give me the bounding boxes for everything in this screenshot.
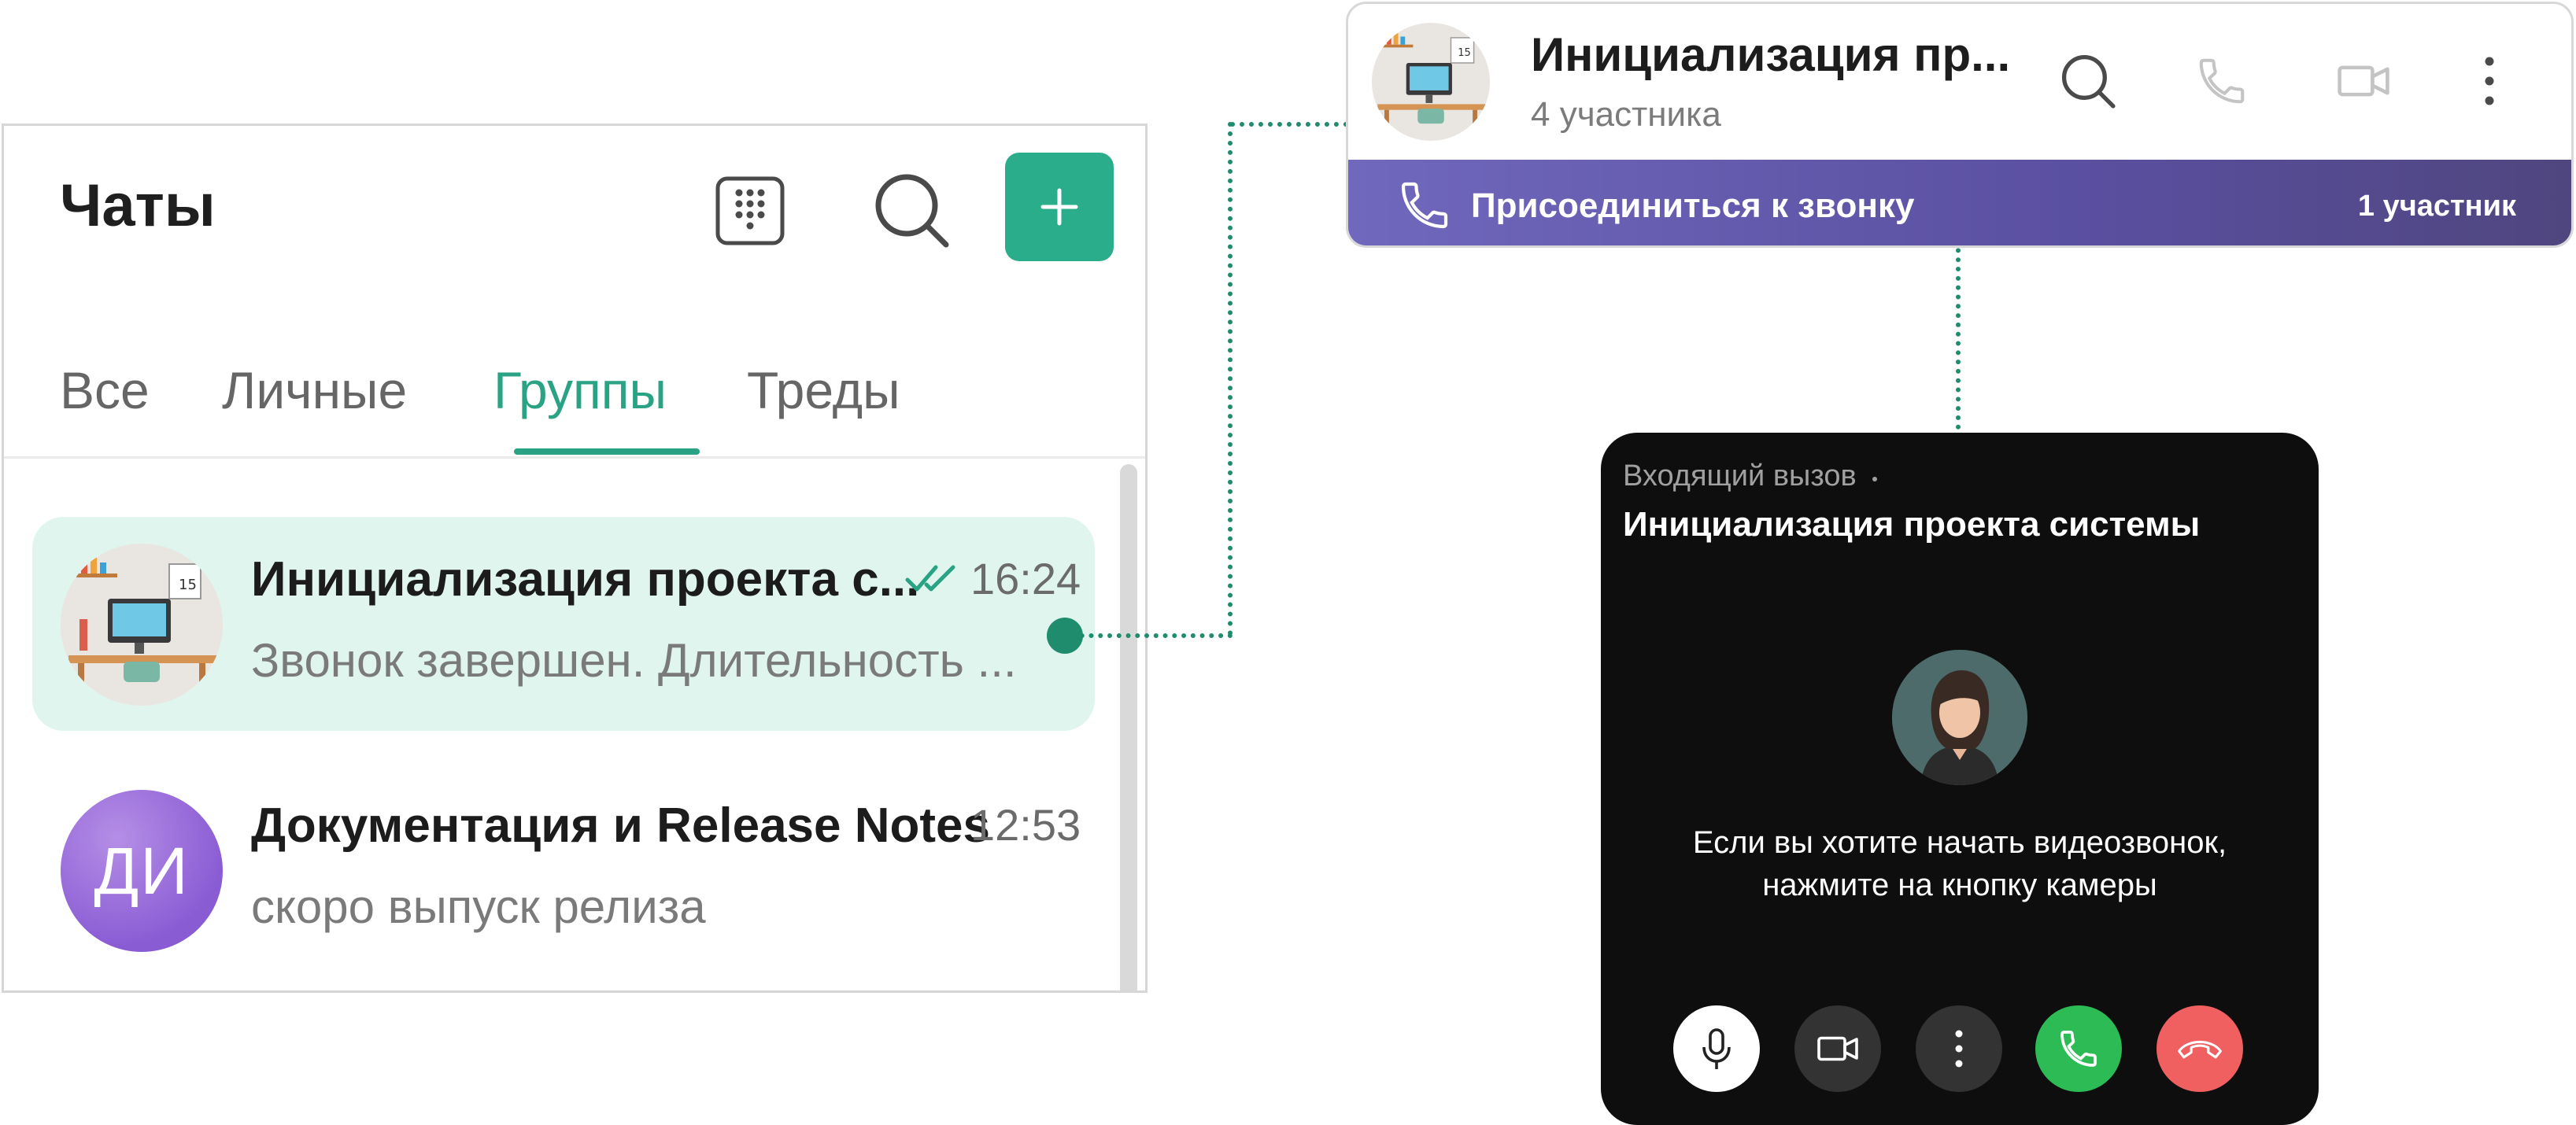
caller-avatar xyxy=(1892,650,2027,785)
active-tab-indicator xyxy=(514,448,700,455)
chat-avatar: 15 xyxy=(61,544,223,706)
more-vertical-icon xyxy=(1955,1030,1963,1068)
avatar-initials: ДИ xyxy=(94,833,190,908)
workspace-illustration-icon: 15 xyxy=(61,544,223,706)
user-avatar-icon xyxy=(1892,650,2027,785)
accept-call-button[interactable] xyxy=(2035,1005,2122,1092)
chat-list-item[interactable]: ДИ Документация и Release Notes 12:53 ск… xyxy=(32,763,1095,977)
divider xyxy=(4,456,1145,459)
chats-panel: Чаты Все Личные Группы Треды 15 Инициали… xyxy=(2,124,1148,993)
hint-line: нажмите на кнопку камеры xyxy=(1762,868,2157,902)
double-check-icon xyxy=(905,565,955,592)
svg-text:15: 15 xyxy=(179,577,197,593)
more-options-button[interactable] xyxy=(2466,42,2513,120)
connector-line xyxy=(1956,220,1961,430)
join-call-bar[interactable]: Присоединиться к звонку 1 участник xyxy=(1348,160,2571,245)
join-call-label: Присоединиться к звонку xyxy=(1471,186,1915,225)
tab-groups[interactable]: Группы xyxy=(493,360,667,420)
connector-line xyxy=(1230,122,1348,127)
more-vertical-icon xyxy=(2485,57,2494,105)
video-call-button[interactable] xyxy=(2324,42,2403,120)
call-button[interactable] xyxy=(2182,42,2261,120)
tab-all[interactable]: Все xyxy=(60,360,150,420)
phone-icon xyxy=(2060,1031,2097,1067)
more-options-button[interactable] xyxy=(1916,1005,2002,1092)
dialpad-button[interactable] xyxy=(711,172,789,250)
call-status: Входящий вызов xyxy=(1623,459,1857,492)
workspace-illustration-icon: 15 xyxy=(1372,23,1490,141)
search-icon xyxy=(875,174,949,248)
chat-title: Инициализация пр... xyxy=(1531,28,2011,81)
tab-personal[interactable]: Личные xyxy=(222,360,407,420)
page-title: Чаты xyxy=(60,172,216,239)
connector-line xyxy=(1070,633,1233,638)
status-dot xyxy=(1872,477,1877,481)
scrollbar[interactable] xyxy=(1120,464,1137,990)
microphone-button[interactable] xyxy=(1673,1005,1760,1092)
chat-avatar: ДИ xyxy=(61,790,223,952)
search-icon xyxy=(2061,54,2116,109)
chat-list-item[interactable]: 15 Инициализация проекта с... 16:24 Звон… xyxy=(32,517,1095,731)
camera-button[interactable] xyxy=(1794,1005,1881,1092)
phone-icon xyxy=(1401,182,1448,229)
tab-threads[interactable]: Треды xyxy=(747,360,900,420)
hang-up-icon xyxy=(2178,1041,2222,1059)
chat-preview: скоро выпуск релиза xyxy=(251,880,706,933)
video-camera-icon xyxy=(2338,65,2389,97)
call-title: Инициализация проекта системы xyxy=(1623,505,2201,544)
members-count: 4 участника xyxy=(1531,95,1721,134)
chat-time: 16:24 xyxy=(970,554,1081,603)
video-camera-icon xyxy=(1817,1036,1858,1061)
chat-header: 15 Инициализация пр... 4 участника Присо… xyxy=(1346,2,2574,248)
svg-text:15: 15 xyxy=(1458,47,1471,59)
microphone-icon xyxy=(1702,1028,1731,1069)
hint-line: Если вы хотите начать видеозвонок, xyxy=(1692,825,2227,860)
chat-title: Инициализация проекта с... xyxy=(251,552,920,607)
chat-time: 12:53 xyxy=(970,800,1081,850)
connector-dot xyxy=(1047,618,1083,654)
new-chat-button[interactable] xyxy=(1005,153,1114,261)
search-button[interactable] xyxy=(868,167,955,253)
plus-icon xyxy=(1040,188,1078,226)
chat-title: Документация и Release Notes xyxy=(251,799,990,853)
dialpad-icon xyxy=(715,176,785,245)
chat-preview: Звонок завершен. Длительность ... xyxy=(251,634,1017,687)
phone-icon xyxy=(2199,58,2245,104)
call-participants-count: 1 участник xyxy=(2357,190,2516,223)
video-call-hint: Если вы хотите начать видеозвонок, нажми… xyxy=(1601,821,2319,906)
decline-call-button[interactable] xyxy=(2157,1005,2243,1092)
chat-avatar: 15 xyxy=(1372,23,1490,141)
search-button[interactable] xyxy=(2049,42,2127,120)
incoming-call-window: Входящий вызов Инициализация проекта сис… xyxy=(1601,433,2319,1125)
connector-line xyxy=(1228,122,1233,636)
